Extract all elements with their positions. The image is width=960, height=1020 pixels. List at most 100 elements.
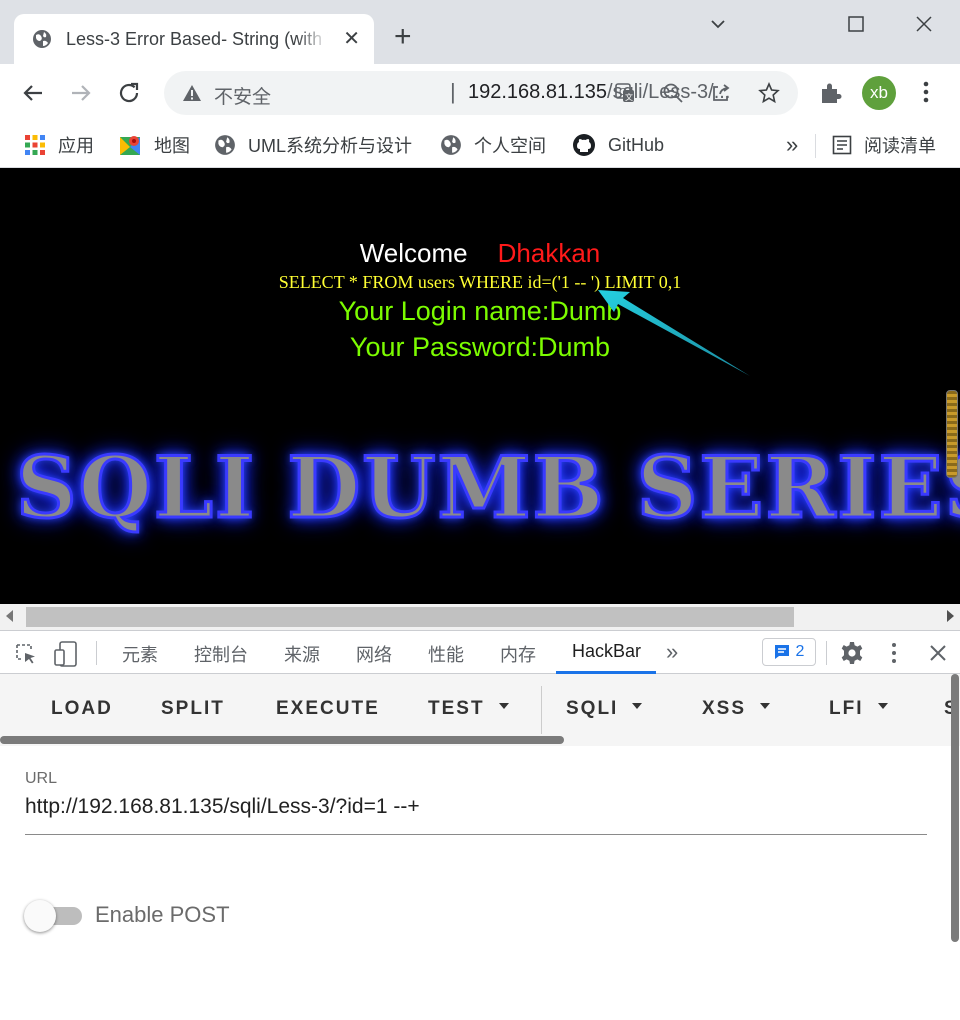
devtools-divider xyxy=(96,641,97,665)
omnibox-divider: | xyxy=(450,79,456,104)
reload-icon[interactable] xyxy=(114,78,144,108)
bookmarks-bar: 应用 地图 UML系统分析与设计 个人空间 GitHub » 阅读清单 xyxy=(0,122,960,168)
reading-list[interactable]: 阅读清单 xyxy=(832,130,936,160)
tab-sources[interactable]: 来源 xyxy=(284,641,320,667)
hackbar-divider xyxy=(541,686,542,734)
scroll-right-icon[interactable] xyxy=(947,610,954,622)
page-horizontal-scrollbar[interactable] xyxy=(0,604,960,630)
bookmark-maps[interactable]: 地图 xyxy=(118,130,190,160)
svg-text:文: 文 xyxy=(625,92,633,102)
tab-performance[interactable]: 性能 xyxy=(428,641,464,667)
tab-title: Less-3 Error Based- String (with Twist) xyxy=(66,28,328,49)
tab-hackbar[interactable]: HackBar xyxy=(572,641,641,662)
settings-gear-icon[interactable] xyxy=(840,641,864,665)
xss-dropdown[interactable]: XSS xyxy=(702,698,771,720)
xss-label: XSS xyxy=(702,698,747,719)
welcome-name: Dhakkan xyxy=(497,238,601,268)
execute-button[interactable]: EXECUTE xyxy=(276,698,380,720)
bookmark-uml[interactable]: UML系统分析与设计 xyxy=(214,130,412,160)
warning-icon[interactable] xyxy=(182,83,202,103)
tab-strip: Less-3 Error Based- String (with Twist) … xyxy=(0,0,960,64)
share-icon[interactable] xyxy=(710,82,732,104)
address-bar[interactable]: 不安全 | 192.168.81.135/sqli/Less-3/... G文 xyxy=(164,71,798,115)
sqli-dropdown[interactable]: SQLI xyxy=(566,698,643,720)
test-label: TEST xyxy=(428,698,485,719)
sqli-banner: SQLI DUMB SERIES xyxy=(14,437,960,539)
sql-query: SELECT * FROM users WHERE id=('1 -- ') L… xyxy=(278,272,682,292)
bookmark-github[interactable]: GitHub xyxy=(572,130,664,160)
maps-icon xyxy=(120,136,140,155)
lfi-dropdown[interactable]: LFI xyxy=(829,698,888,720)
browser-menu-icon[interactable] xyxy=(916,78,936,108)
url-field-underline xyxy=(25,834,927,835)
tab-search-icon[interactable] xyxy=(708,14,728,34)
bookmark-label: 应用 xyxy=(58,136,94,156)
horizontal-scroll-thumb[interactable] xyxy=(26,607,794,627)
dropdown-caret-icon xyxy=(877,702,888,709)
message-icon xyxy=(774,645,789,659)
forward-icon[interactable] xyxy=(66,78,96,108)
globe-icon xyxy=(441,135,461,155)
close-devtools-icon[interactable] xyxy=(928,643,948,663)
profile-avatar[interactable]: xb xyxy=(862,76,896,110)
tab-network[interactable]: 网络 xyxy=(356,641,392,667)
bookmark-apps[interactable]: 应用 xyxy=(24,130,94,160)
sqli-label: SQLI xyxy=(566,698,619,719)
issues-count: 2 xyxy=(795,643,805,660)
devtools-divider xyxy=(826,641,827,665)
extensions-puzzle-icon[interactable] xyxy=(818,80,844,106)
bookmarks-divider xyxy=(815,134,816,158)
inspect-element-icon[interactable] xyxy=(14,642,38,666)
reading-list-icon xyxy=(832,135,852,155)
device-toolbar-icon[interactable] xyxy=(54,641,78,667)
url-field-label: URL xyxy=(25,770,58,787)
dropdown-caret-icon xyxy=(498,702,509,709)
tab-memory[interactable]: 内存 xyxy=(500,641,536,667)
bookmark-star-icon[interactable] xyxy=(758,82,780,104)
translate-icon[interactable]: G文 xyxy=(614,82,636,104)
test-dropdown[interactable]: TEST xyxy=(428,698,509,720)
issues-badge[interactable]: 2 xyxy=(762,638,816,666)
welcome-line: Welcome Dhakkan xyxy=(0,238,960,269)
dropdown-caret-icon xyxy=(632,702,643,709)
browser-tab[interactable]: Less-3 Error Based- String (with Twist) … xyxy=(14,14,374,64)
hackbar-horizontal-scrollbar[interactable] xyxy=(0,736,564,744)
globe-icon xyxy=(33,30,51,48)
devtools-tabbar: 元素 控制台 来源 网络 性能 内存 HackBar » 2 xyxy=(0,630,960,674)
browser-toolbar: 不安全 | 192.168.81.135/sqli/Less-3/... G文 … xyxy=(0,64,960,122)
tab-close-icon[interactable]: ✕ xyxy=(343,29,360,49)
zoom-icon[interactable] xyxy=(662,82,684,104)
maximize-icon[interactable] xyxy=(846,14,866,34)
close-window-icon[interactable] xyxy=(914,14,934,34)
page-viewport: Welcome Dhakkan SELECT * FROM users WHERE… xyxy=(0,168,960,604)
reading-list-label: 阅读清单 xyxy=(864,136,936,156)
login-name: Your Login name:Dumb xyxy=(338,296,622,326)
enable-post-label: Enable POST xyxy=(95,902,230,927)
devtools-menu-icon[interactable] xyxy=(884,641,904,665)
url-field[interactable]: http://192.168.81.135/sqli/Less-3/?id=1 … xyxy=(25,795,420,819)
url-text[interactable]: 192.168.81.135/sqli/Less-3/... xyxy=(468,81,730,104)
bookmarks-overflow-icon[interactable]: » xyxy=(786,132,798,158)
page-scroll-thumb[interactable] xyxy=(946,390,958,478)
dropdown-caret-icon xyxy=(760,702,771,709)
annotation-arrow-icon xyxy=(598,290,750,376)
apps-grid-icon xyxy=(25,135,45,155)
security-label[interactable]: 不安全 xyxy=(214,82,271,109)
github-icon xyxy=(573,134,595,156)
bookmark-label: 个人空间 xyxy=(474,136,546,156)
url-host: 192.168.81.135 xyxy=(468,81,608,103)
load-button[interactable]: LOAD xyxy=(51,698,113,720)
enable-post-toggle-knob[interactable] xyxy=(24,900,56,932)
bookmark-label: GitHub xyxy=(608,134,665,155)
bookmark-personal-space[interactable]: 个人空间 xyxy=(440,130,546,160)
scroll-left-icon[interactable] xyxy=(6,610,13,622)
devtools-vertical-scrollbar[interactable] xyxy=(951,674,959,942)
new-tab-button[interactable]: + xyxy=(394,22,412,52)
back-icon[interactable] xyxy=(18,78,48,108)
bookmark-label: UML系统分析与设计 xyxy=(248,136,413,156)
tab-console[interactable]: 控制台 xyxy=(194,641,248,667)
split-button[interactable]: SPLIT xyxy=(161,698,225,720)
tab-elements[interactable]: 元素 xyxy=(122,641,158,667)
more-tabs-icon[interactable]: » xyxy=(666,639,678,665)
lfi-label: LFI xyxy=(829,698,864,719)
